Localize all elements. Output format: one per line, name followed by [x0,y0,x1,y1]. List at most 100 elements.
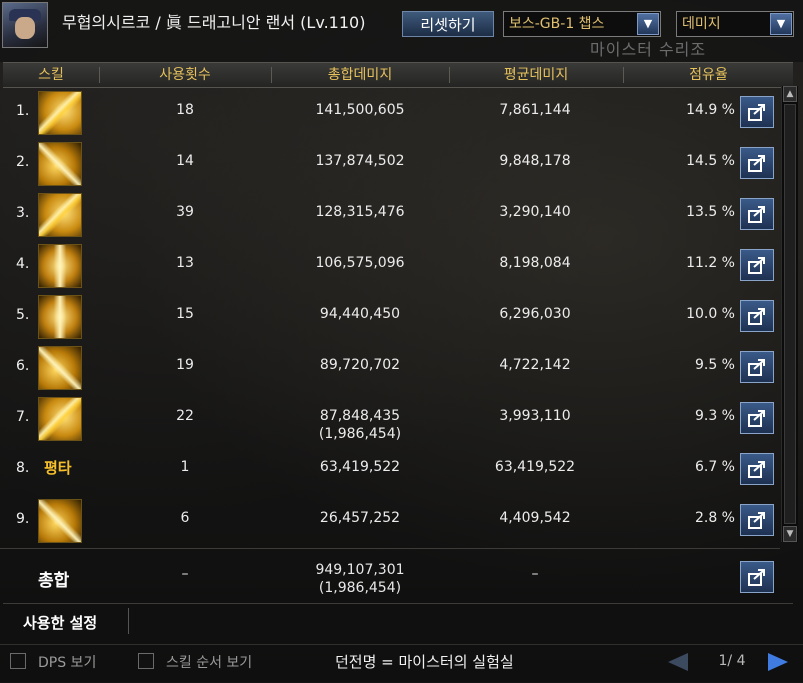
used-settings-tab[interactable]: 사용한 설정 [23,612,97,633]
share-button[interactable] [740,351,774,383]
table-row: 7. 22 87,848,435 (1,986,454) 3,993,110 9.… [0,392,780,443]
skill-multi-thrust-icon [38,346,82,390]
row-share: 14.5 % [686,153,735,169]
row-total: 26,457,252 [290,510,430,526]
row-avg: 6,296,030 [499,306,571,322]
basic-attack-label: 평타 [44,459,72,477]
top-bar: 무협의시르코 / 眞 드래고니안 랜서 (Lv.110) 리셋하기 보스-GB-… [0,0,803,62]
damage-type-select[interactable]: 데미지 ▼ [676,11,794,37]
row-count: 39 [176,204,194,220]
row-share: 6.7 % [694,459,735,475]
total-count: – [181,566,189,582]
row-total-value: 87,848,435 [319,408,401,424]
share-icon [748,206,765,223]
row-avg: 4,722,142 [499,357,571,373]
row-count: 22 [176,408,194,424]
row-total: 87,848,435 (1,986,454) [290,408,430,442]
row-total-value: 141,500,605 [315,102,405,118]
page-indicator: 1/ 4 [718,653,746,669]
row-avg: 3,290,140 [499,204,571,220]
skill-table-body: 1. 18 141,500,605 7,861,144 14.9 % 2. 14… [0,86,780,546]
share-icon [748,104,765,121]
row-count: 1 [180,459,190,475]
share-icon [748,257,765,274]
share-button[interactable] [740,453,774,485]
row-total: 63,419,522 [290,459,430,475]
share-button[interactable] [740,249,774,281]
row-share: 2.8 % [694,510,735,526]
share-icon [748,569,765,586]
row-total-value: 128,315,476 [315,204,405,220]
table-header: 스킬 사용횟수 총합데미지 평균데미지 점유율 [3,62,793,88]
skill-lance-strike-icon [38,193,82,237]
background-sign-text: 마이스터 수리조 [590,40,707,59]
row-avg: 9,848,178 [499,153,571,169]
scrollbar[interactable]: ▲ ▼ [781,86,798,542]
total-sum: 949,107,301 (1,986,454) [290,561,430,597]
next-page-arrow-icon[interactable] [768,653,788,671]
divider [128,608,129,634]
skill-dragon-drill-icon [38,244,82,288]
skill-burst-icon [38,397,82,441]
row-share: 9.5 % [694,357,735,373]
share-button[interactable] [740,147,774,179]
table-row: 4. 13 106,575,096 8,198,084 11.2 % [0,239,780,290]
row-share: 10.0 % [686,306,735,322]
share-button[interactable] [740,300,774,332]
column-header-skill[interactable]: 스킬 [3,63,99,87]
row-count: 14 [176,153,194,169]
chevron-down-icon[interactable]: ▼ [770,13,792,35]
prev-page-arrow-icon[interactable] [668,653,688,671]
row-index: 6. [16,358,30,374]
scroll-down-arrow-icon[interactable]: ▼ [783,526,797,542]
row-total-value: 26,457,252 [319,510,401,526]
share-button[interactable] [740,504,774,536]
scroll-up-arrow-icon[interactable]: ▲ [783,86,797,102]
total-row: 총합 – 949,107,301 (1,986,454) – [0,548,780,603]
row-avg: 63,419,522 [494,459,576,475]
share-icon [748,359,765,376]
boss-select-value: 보스-GB-1 챕스 [509,16,605,32]
table-row: 6. 19 89,720,702 4,722,142 9.5 % [0,341,780,392]
character-name: 무협의시르코 / 眞 드래고니안 랜서 (Lv.110) [62,13,366,32]
column-header-share[interactable]: 점유율 [624,63,793,87]
row-index: 4. [16,256,30,272]
row-avg: 8,198,084 [499,255,571,271]
row-index: 2. [16,154,30,170]
row-avg: 3,993,110 [499,408,571,424]
column-header-total[interactable]: 총합데미지 [272,63,448,87]
chevron-down-icon[interactable]: ▼ [637,13,659,35]
column-header-avg[interactable]: 평균데미지 [450,63,622,87]
row-total: 89,720,702 [290,357,430,373]
row-count: 6 [180,510,190,526]
table-row: 2. 14 137,874,502 9,848,178 14.5 % [0,137,780,188]
scroll-thumb[interactable] [784,104,796,524]
share-button[interactable] [740,96,774,128]
row-share: 9.3 % [694,408,735,424]
boss-select[interactable]: 보스-GB-1 챕스 ▼ [503,11,661,37]
skill-order-checkbox[interactable] [138,653,154,669]
row-total-value: 94,440,450 [319,306,401,322]
row-share: 13.5 % [686,204,735,220]
row-count: 18 [176,102,194,118]
share-icon [748,512,765,529]
row-index: 7. [16,409,30,425]
row-avg: 4,409,542 [499,510,571,526]
reset-button[interactable]: 리셋하기 [402,11,494,37]
share-button[interactable] [740,402,774,434]
share-button[interactable] [740,561,774,593]
settings-bar: 사용한 설정 [3,603,793,638]
row-total-value: 63,419,522 [319,459,401,475]
dps-checkbox[interactable] [10,653,26,669]
share-button[interactable] [740,198,774,230]
column-header-count[interactable]: 사용횟수 [100,63,270,87]
row-total-sub: (1,986,454) [318,426,402,442]
row-total: 106,575,096 [290,255,430,271]
skill-order-checkbox-label[interactable]: 스킬 순서 보기 [166,652,252,672]
total-avg: – [531,566,539,582]
table-row: 5. 15 94,440,450 6,296,030 10.0 % [0,290,780,341]
footer: DPS 보기 스킬 순서 보기 던전명 = 마이스터의 실험실 1/ 4 [0,644,803,683]
row-index: 9. [16,511,30,527]
dps-checkbox-label[interactable]: DPS 보기 [38,652,96,672]
row-index: 5. [16,307,30,323]
